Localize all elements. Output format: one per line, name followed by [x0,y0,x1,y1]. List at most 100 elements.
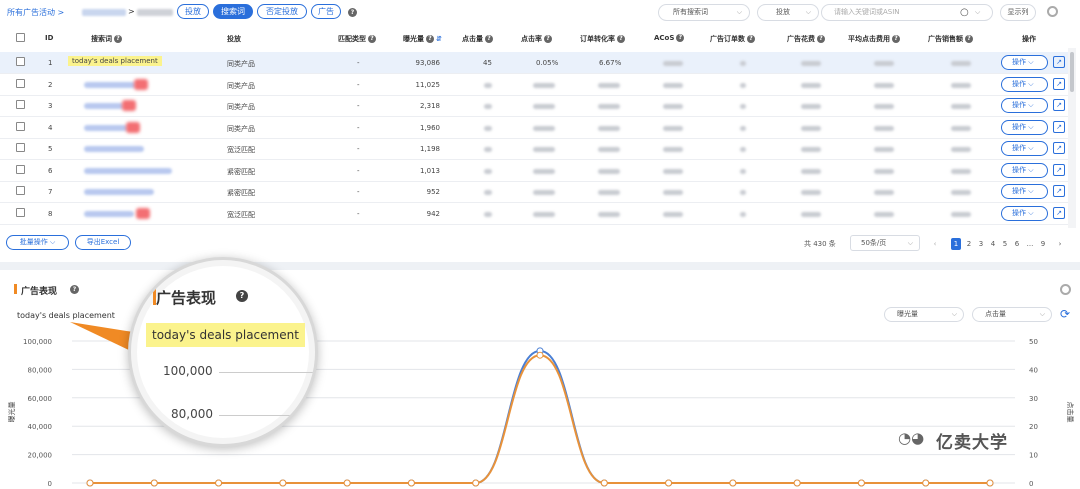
header-ad-orders[interactable]: 广告订单数? [710,34,755,44]
page-3[interactable]: 3 [976,238,986,250]
page-4[interactable]: 4 [988,238,998,250]
header-match-type[interactable]: 匹配类型? [338,34,376,44]
search-icon[interactable]: ○ [960,5,969,20]
row-checkbox[interactable] [16,143,25,152]
page-2[interactable]: 2 [964,238,974,250]
page-size-select[interactable]: 50条/页 ⌵ [850,235,920,251]
row-actions-button[interactable]: 操作 ⌵ [1001,119,1048,135]
breadcrumb-root[interactable]: 所有广告活动 > [7,7,64,18]
row-keyword-redacted[interactable] [84,189,154,195]
gear-icon[interactable] [1047,6,1058,17]
scrollbar-thumb[interactable] [1070,52,1074,92]
row-checkbox[interactable] [16,100,25,109]
header-ctr[interactable]: 点击率? [521,34,552,44]
prev-page-icon[interactable]: ‹ [930,238,940,250]
header-cpc[interactable]: 平均点击费用? [848,34,900,44]
table-scrollbar[interactable] [1068,48,1076,228]
row-checkbox[interactable] [16,78,25,88]
row-actions-button[interactable]: 操作 ⌵ [1001,98,1048,113]
chevron-down-icon[interactable]: ⌵ [975,5,980,20]
page-9[interactable]: 9 [1038,238,1048,250]
help-icon[interactable]: ? [544,35,552,43]
tab-targeting[interactable]: 投放 [177,4,209,19]
row-chart-icon[interactable]: ↗ [1053,206,1065,219]
sort-icon[interactable]: ⇵ [436,35,442,43]
row-checkbox[interactable] [16,121,25,131]
row-keyword[interactable]: today's deals placement [68,56,162,66]
header-ad-spend[interactable]: 广告花费? [787,34,825,44]
select-all-checkbox[interactable] [16,33,25,42]
table-row[interactable]: 7 紧密匹配 - 952 操作 ⌵ ↗ [0,181,1068,203]
table-row[interactable]: 3 同类产品 - 2,318 操作 ⌵ ↗ [0,95,1068,117]
breadcrumb-campaign[interactable] [82,9,126,16]
breadcrumb-adgroup[interactable] [137,9,173,16]
row-chart-icon[interactable]: ↗ [1053,77,1065,90]
table-row[interactable]: 1 today's deals placement 同类产品 - 93,086 45 0.0… [0,52,1068,74]
help-icon[interactable]: ? [747,35,755,43]
row-keyword-redacted[interactable] [84,167,172,174]
table-row[interactable]: 8 宽泛匹配 - 942 操作 ⌵ ↗ [0,203,1068,225]
header-impressions[interactable]: 曝光量? ⇵ [403,34,442,44]
row-checkbox[interactable] [16,207,25,217]
field-select[interactable]: 投放 ⌵ [757,4,819,21]
row-chart-icon[interactable]: ↗ [1053,120,1065,133]
table-row[interactable]: 2 同类产品 - 11,025 操作 ⌵ ↗ [0,74,1068,96]
search-term-filter-select[interactable]: 所有搜索词 ⌵ [658,4,750,21]
row-chart-icon[interactable]: ↗ [1053,163,1065,176]
help-icon[interactable]: ? [617,35,625,43]
header-keyword[interactable]: 搜索词? [91,34,122,44]
table-row[interactable]: 6 紧密匹配 - 1,013 操作 ⌵ ↗ [0,160,1068,182]
row-impressions: 2,318 [419,102,440,110]
help-icon[interactable]: ? [368,35,376,43]
row-actions-button[interactable]: 操作 ⌵ [1001,76,1048,92]
row-actions-button[interactable]: 操作 ⌵ [1001,184,1048,199]
header-label: 匹配类型 [338,35,366,43]
row-actions-button[interactable]: 操作 ⌵ [1001,141,1048,156]
tab-negative-targeting[interactable]: 否定投放 [257,4,307,19]
help-icon[interactable]: ? [965,35,973,43]
row-chart-icon[interactable]: ↗ [1053,56,1065,68]
tab-ads[interactable]: 广告 [311,4,341,19]
row-checkbox[interactable] [16,186,25,195]
header-cvr[interactable]: 订单转化率? [580,34,625,44]
row-keyword-redacted[interactable] [84,124,128,131]
row-actions-button[interactable]: 操作 ⌵ [1001,162,1048,178]
help-icon[interactable]: ? [892,35,900,43]
export-excel-button[interactable]: 导出Excel [75,235,131,250]
next-page-icon[interactable]: › [1055,238,1065,250]
row-actions-label: 操作 [1012,79,1026,88]
row-chart-icon[interactable]: ↗ [1053,142,1065,154]
columns-button[interactable]: 显示列 [1000,4,1036,21]
tab-search-terms[interactable]: 搜索词 [213,4,253,19]
series-point-1 [857,479,865,487]
row-actions-button[interactable]: 操作 ⌵ [1001,55,1048,70]
help-icon[interactable]: ? [676,34,685,42]
page-ellipsis[interactable]: ... [1023,238,1037,250]
magnifier-title: 广告表现 [156,289,217,307]
help-icon[interactable]: ? [485,35,493,43]
page-5[interactable]: 5 [1000,238,1010,250]
page-1[interactable]: 1 [951,238,961,250]
row-chart-icon[interactable]: ↗ [1053,185,1065,197]
help-icon[interactable]: ? [348,8,357,17]
table-row[interactable]: 5 宽泛匹配 - 1,198 操作 ⌵ ↗ [0,138,1068,160]
row-keyword-redacted[interactable] [84,146,144,152]
table-row[interactable]: 4 同类产品 - 1,960 操作 ⌵ ↗ [0,117,1068,139]
row-checkbox[interactable] [16,164,25,174]
help-icon[interactable]: ? [817,35,825,43]
bulk-actions-button[interactable]: 批量操作 ⌵ [6,235,69,250]
header-clicks[interactable]: 点击量? [462,34,493,44]
page-6[interactable]: 6 [1012,238,1022,250]
header-ad-sales[interactable]: 广告销售额? [928,34,973,44]
row-chart-icon[interactable]: ↗ [1053,99,1065,111]
header-acos[interactable]: ACoS? [654,34,685,42]
search-input[interactable]: 请输入关键词或ASIN ○ ⌵ [821,4,993,21]
row-checkbox[interactable] [16,57,25,66]
help-icon[interactable]: ? [426,35,434,43]
row-keyword-redacted[interactable] [84,81,136,88]
row-keyword-redacted[interactable] [84,103,124,109]
row-keyword-redacted[interactable] [84,210,134,217]
row-actions-button[interactable]: 操作 ⌵ [1001,205,1048,221]
row-cvr-redacted [598,168,620,174]
help-icon[interactable]: ? [114,35,122,43]
